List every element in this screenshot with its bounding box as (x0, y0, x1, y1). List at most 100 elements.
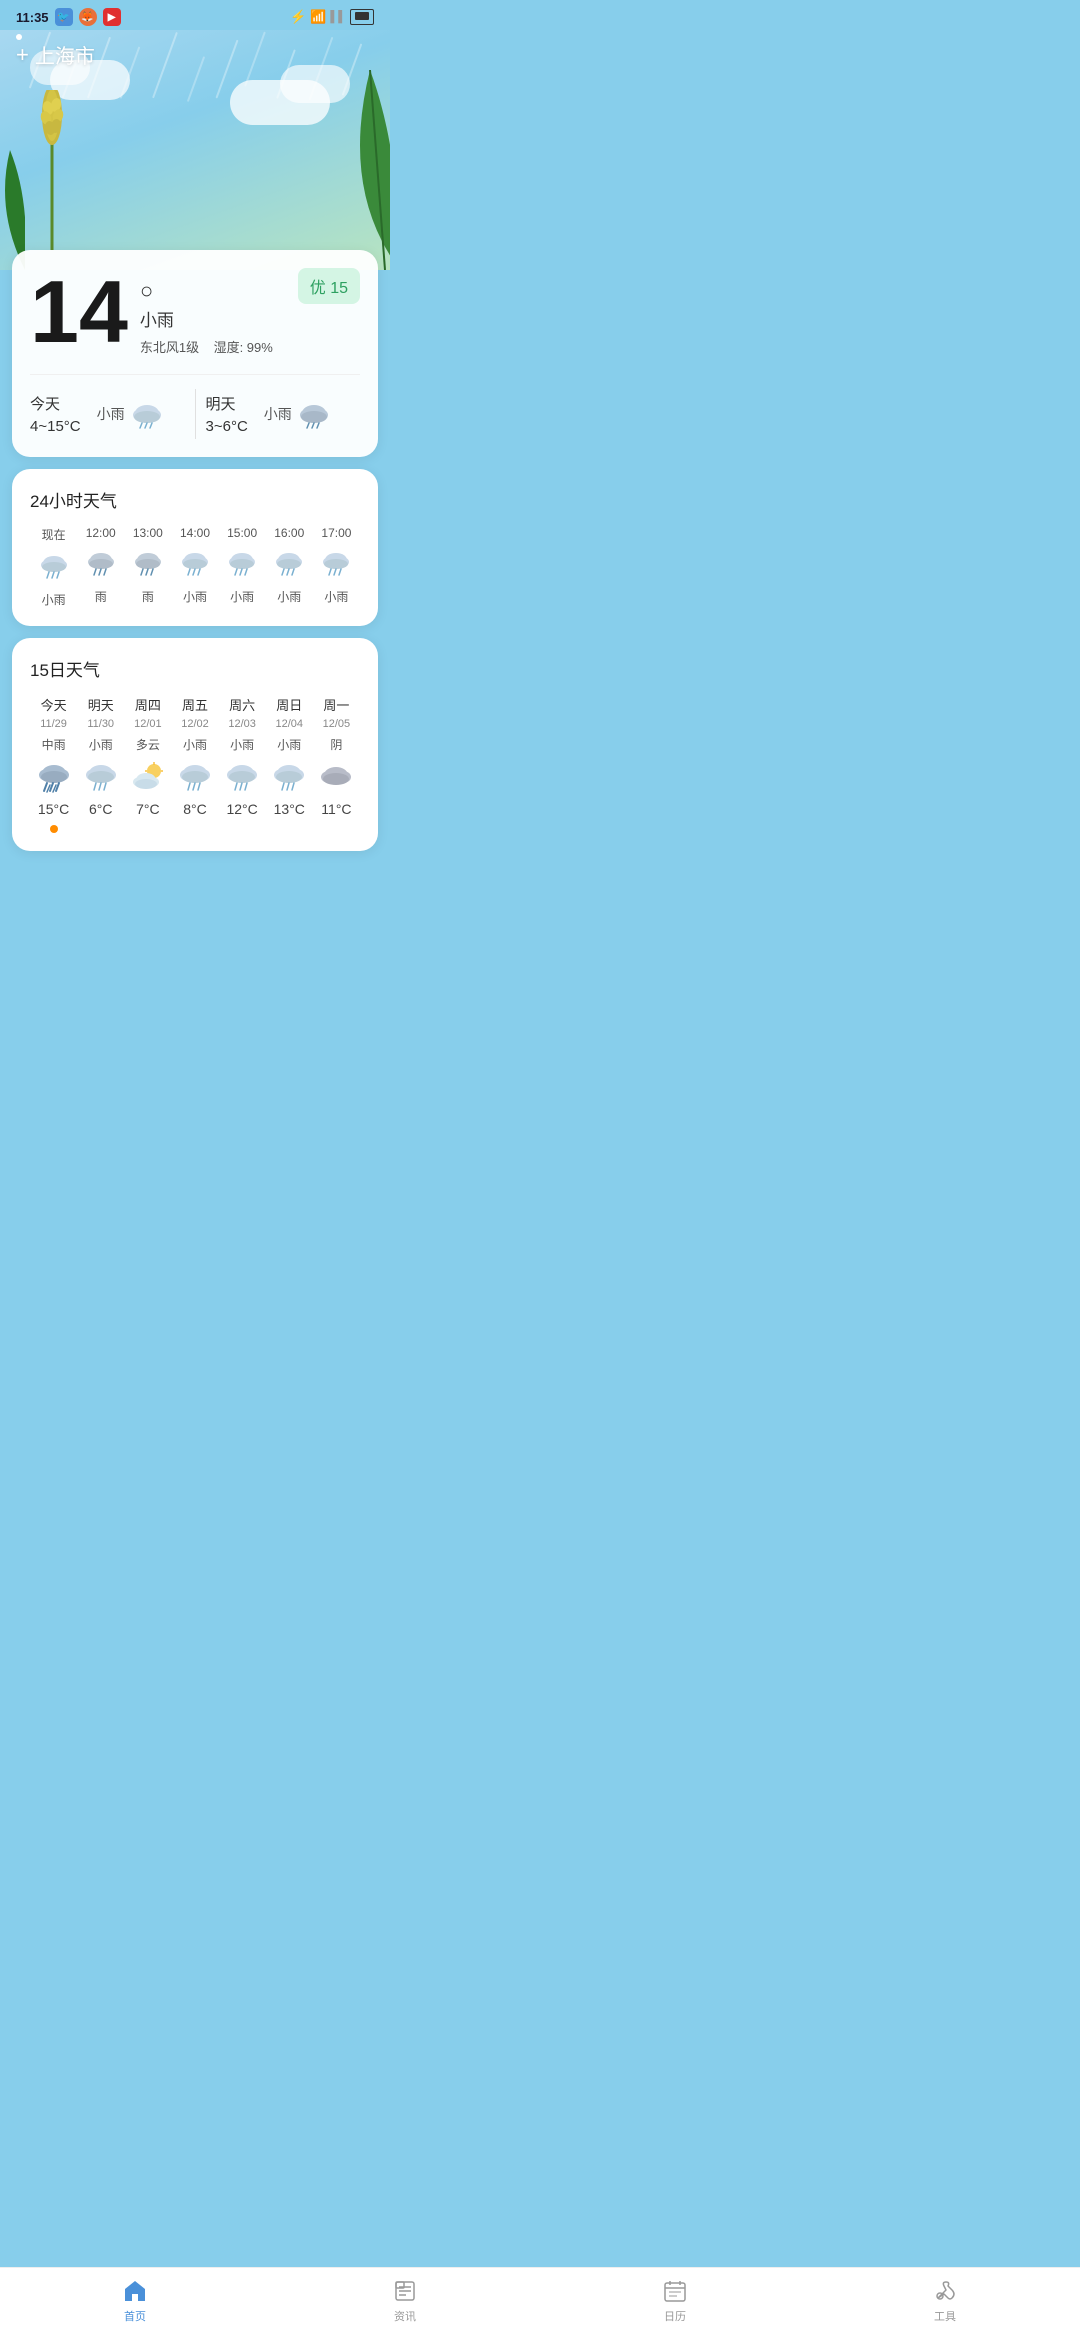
daily-cond-3: 小雨 (171, 736, 218, 753)
nav-item-calendar[interactable]: 日历 (540, 2278, 810, 2324)
daily-col-5: 周日 12/04 (266, 695, 313, 730)
hourly-cloud-3 (178, 548, 212, 576)
weather-meta: 东北风1级 湿度: 99% (140, 337, 298, 356)
add-city-icon[interactable]: + (16, 42, 29, 68)
daily-icon-0 (30, 761, 77, 793)
daily-temp-6: 11°C (313, 801, 360, 817)
wind-info: 东北风1级 (140, 340, 199, 355)
daily-temp-2: 7°C (124, 801, 171, 817)
status-right: ⚡ 📶 ▌▌ (290, 9, 374, 25)
nav-label-tools: 工具 (934, 2308, 956, 2324)
daily-dot-2 (124, 825, 171, 833)
daily-temp-0: 15°C (30, 801, 77, 817)
hourly-item-0: 现在 小雨 (30, 526, 77, 608)
daily-dot-0 (30, 825, 77, 833)
app-icon-1: 🐦 (55, 8, 73, 26)
daily-col-0: 今天 11/29 (30, 695, 77, 730)
daily-temp-3: 8°C (171, 801, 218, 817)
hourly-cloud-1 (84, 548, 118, 576)
today-condition: 小雨 (97, 404, 125, 424)
daily-icon-6 (313, 761, 360, 793)
hourly-item-2: 13:00 雨 (124, 526, 171, 605)
city-name: 上海市 (35, 40, 95, 69)
temperature-display: 14 (30, 268, 128, 356)
today-info: 今天 4~15°C (30, 393, 81, 435)
weather-circle-icon: ○ (140, 280, 298, 302)
wheat-plant (30, 90, 75, 250)
hourly-cloud-4 (225, 548, 259, 576)
hero-section: + 上海市 (0, 30, 390, 270)
daily-icon-5 (266, 761, 313, 793)
today-temp: 4~15°C (30, 418, 81, 435)
daily-cond-5: 小雨 (266, 736, 313, 753)
nav-label-home: 首页 (124, 2308, 146, 2324)
daily-dot-5 (266, 825, 313, 833)
daily-dot-1 (77, 825, 124, 833)
tools-icon (932, 2278, 958, 2304)
aqi-label: 优 (310, 280, 326, 297)
daily-col-6: 周一 12/05 (313, 695, 360, 730)
hourly-item-5: 16:00 小雨 (266, 526, 313, 605)
aqi-badge: 优 15 (298, 268, 360, 304)
daily-temp-1: 6°C (77, 801, 124, 817)
daily-card-title: 15日天气 (30, 656, 360, 681)
nav-label-calendar: 日历 (664, 2308, 686, 2324)
hourly-item-3: 14:00 小雨 (171, 526, 218, 605)
cards-container: 14 ○ 小雨 东北风1级 湿度: 99% 优 15 今天 4~15°C (0, 250, 390, 955)
daily-col-4: 周六 12/03 (219, 695, 266, 730)
weather-condition: 小雨 (140, 306, 298, 331)
status-left: 11:35 🐦 🦊 ▶ (16, 8, 121, 26)
daily-col-2: 周四 12/01 (124, 695, 171, 730)
weather-details: ○ 小雨 东北风1级 湿度: 99% (140, 268, 298, 356)
app-icon-3: ▶ (103, 8, 121, 26)
bluetooth-icon: ⚡ (290, 9, 306, 25)
daily-icon-1 (77, 761, 124, 793)
status-bar: 11:35 🐦 🦊 ▶ ⚡ 📶 ▌▌ (0, 0, 390, 30)
tomorrow-label: 明天 (206, 393, 248, 414)
hourly-cloud-5 (272, 548, 306, 576)
tomorrow-temp: 3~6°C (206, 418, 248, 435)
aqi-value: 15 (330, 280, 348, 297)
city-header[interactable]: + 上海市 (16, 40, 95, 69)
hourly-cloud-2 (131, 548, 165, 576)
today-cloud-icon (129, 399, 165, 429)
today-section: 今天 4~15°C 小雨 (30, 393, 185, 435)
news-icon (392, 2278, 418, 2304)
battery-icon (350, 9, 374, 25)
hourly-item-6: 17:00 小雨 (313, 526, 360, 605)
hourly-cloud-6 (319, 548, 353, 576)
signal-icon: ▌▌ (330, 11, 346, 23)
bottom-navigation: 首页 资讯 日历 工具 (0, 2267, 1080, 2340)
daily-temp-5: 13°C (266, 801, 313, 817)
nav-item-news[interactable]: 资讯 (270, 2278, 540, 2324)
daily-cond-2: 多云 (124, 736, 171, 753)
hourly-item-1: 12:00 雨 (77, 526, 124, 605)
tomorrow-cloud-icon (296, 399, 332, 429)
daily-temp-4: 12°C (219, 801, 266, 817)
time-display: 11:35 (16, 10, 49, 25)
daily-icon-4 (219, 761, 266, 793)
nav-item-home[interactable]: 首页 (0, 2278, 270, 2324)
hourly-item-4: 15:00 小雨 (219, 526, 266, 605)
leaf-right (320, 70, 390, 270)
hourly-cloud-0 (37, 551, 71, 579)
tomorrow-weather: 小雨 (264, 399, 332, 429)
daily-temps-row: 15°C 6°C 7°C 8°C 12°C 13°C 11°C (30, 801, 360, 817)
nav-label-news: 资讯 (394, 2308, 416, 2324)
wifi-icon: 📶 (310, 9, 326, 25)
daily-cond-1: 小雨 (77, 736, 124, 753)
tomorrow-section: 明天 3~6°C 小雨 (206, 393, 361, 435)
daily-dot-6 (313, 825, 360, 833)
today-tomorrow-row: 今天 4~15°C 小雨 (30, 374, 360, 439)
daily-icons-row (30, 761, 360, 793)
today-weather: 小雨 (97, 399, 165, 429)
nav-item-tools[interactable]: 工具 (810, 2278, 1080, 2324)
daily-col-1: 明天 11/30 (77, 695, 124, 730)
daily-forecast-card: 15日天气 今天 11/29 明天 11/30 周四 12/01 周五 12/0… (12, 638, 378, 851)
daily-icon-3 (171, 761, 218, 793)
day-divider (195, 389, 196, 439)
daily-icon-2 (124, 761, 171, 793)
hourly-card: 24小时天气 现在 小雨 12:00 (12, 469, 378, 626)
humidity-info: 湿度: 99% (214, 340, 273, 355)
home-icon (122, 2278, 148, 2304)
